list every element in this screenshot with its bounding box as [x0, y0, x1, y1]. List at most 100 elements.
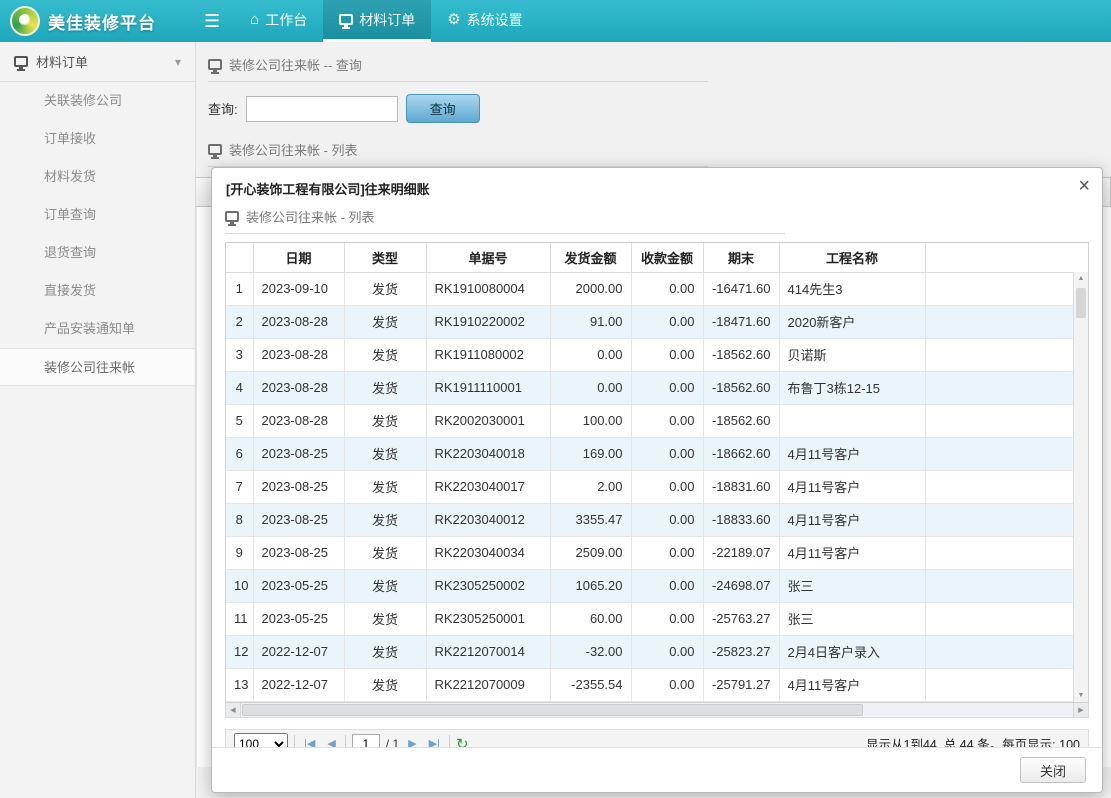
cell-docno: RK1910220002: [426, 305, 550, 338]
cell-type: 发货: [344, 635, 426, 668]
sidebar-item-return-query[interactable]: 退货查询: [0, 234, 195, 272]
cell-type: 发货: [344, 305, 426, 338]
cell-filler: [925, 338, 1073, 371]
section-title-list: 装修公司往来帐 - 列表: [208, 135, 708, 167]
query-input[interactable]: [246, 96, 398, 122]
column-header-docno[interactable]: 单据号: [426, 243, 550, 272]
table-row[interactable]: 3 2023-08-28 发货 RK1911080002 0.00 0.00 -…: [226, 338, 1073, 371]
nav-item-material-orders[interactable]: 材料订单: [323, 0, 431, 42]
brand: 美佳装修平台: [0, 0, 190, 42]
column-header-recv-amount[interactable]: 收款金额: [631, 243, 703, 272]
cell-date: 2023-08-28: [253, 338, 344, 371]
cell-ship-amount: -2355.54: [550, 668, 631, 701]
sidebar-header[interactable]: 材料订单 ▾: [0, 42, 195, 82]
table-row[interactable]: 5 2023-08-28 发货 RK2002030001 100.00 0.00…: [226, 404, 1073, 437]
cell-type: 发货: [344, 437, 426, 470]
column-header-ship-amount[interactable]: 发货金额: [550, 243, 631, 272]
column-header-project[interactable]: 工程名称: [779, 243, 925, 272]
sidebar-item-install-notice[interactable]: 产品安装通知单: [0, 310, 195, 348]
sidebar-item-order-query[interactable]: 订单查询: [0, 196, 195, 234]
top-nav: ⌂ 工作台 材料订单 ⚙ 系统设置: [234, 0, 539, 42]
table-row[interactable]: 6 2023-08-25 发货 RK2203040018 169.00 0.00…: [226, 437, 1073, 470]
cell-ship-amount: 169.00: [550, 437, 631, 470]
close-icon[interactable]: ×: [1078, 176, 1090, 196]
cell-type: 发货: [344, 338, 426, 371]
cell-filler: [925, 635, 1073, 668]
table-row[interactable]: 2 2023-08-28 发货 RK1910220002 91.00 0.00 …: [226, 305, 1073, 338]
cell-filler: [925, 602, 1073, 635]
table-row[interactable]: 13 2022-12-07 发货 RK2212070009 -2355.54 0…: [226, 668, 1073, 701]
cell-filler: [925, 371, 1073, 404]
cell-rownum: 6: [226, 437, 253, 470]
scroll-down-icon[interactable]: ▼: [1074, 692, 1088, 699]
nav-item-system-settings[interactable]: ⚙ 系统设置: [431, 0, 538, 42]
cell-project: [779, 404, 925, 437]
table-row[interactable]: 7 2023-08-25 发货 RK2203040017 2.00 0.00 -…: [226, 470, 1073, 503]
cell-date: 2023-08-25: [253, 470, 344, 503]
monitor-icon: [208, 59, 222, 70]
sidebar-item-direct-shipping[interactable]: 直接发货: [0, 272, 195, 310]
sidebar-item-order-receive[interactable]: 订单接收: [0, 120, 195, 158]
cell-recv-amount: 0.00: [631, 602, 703, 635]
cell-rownum: 8: [226, 503, 253, 536]
cell-project: 4月11号客户: [779, 536, 925, 569]
hamburger-menu-icon[interactable]: ☰: [190, 0, 234, 42]
column-header-type[interactable]: 类型: [344, 243, 426, 272]
modal-section-title: 装修公司往来帐 - 列表: [225, 202, 785, 234]
cell-rownum: 4: [226, 371, 253, 404]
cell-ship-amount: 0.00: [550, 371, 631, 404]
sidebar-item-linked-companies[interactable]: 关联装修公司: [0, 82, 195, 120]
cell-filler: [925, 437, 1073, 470]
cell-rownum: 3: [226, 338, 253, 371]
query-label: 查询:: [208, 99, 238, 118]
column-header-ending[interactable]: 期末: [703, 243, 779, 272]
cell-project: 4月11号客户: [779, 437, 925, 470]
app-title: 美佳装修平台: [48, 9, 156, 34]
modal-footer: 关闭: [212, 747, 1102, 792]
cell-docno: RK2203040017: [426, 470, 550, 503]
detail-table-head: 日期 类型 单据号 发货金额 收款金额 期末 工程名称: [226, 243, 1073, 272]
cell-date: 2022-12-07: [253, 635, 344, 668]
cell-recv-amount: 0.00: [631, 635, 703, 668]
horizontal-scroll-thumb[interactable]: [242, 704, 863, 716]
vertical-scroll-thumb[interactable]: [1076, 288, 1086, 318]
scroll-left-icon[interactable]: ◀: [226, 703, 241, 717]
table-row[interactable]: 12 2022-12-07 发货 RK2212070014 -32.00 0.0…: [226, 635, 1073, 668]
detail-table-body: 1 2023-09-10 发货 RK1910080004 2000.00 0.0…: [226, 272, 1073, 701]
cell-rownum: 1: [226, 272, 253, 305]
table-row[interactable]: 11 2023-05-25 发货 RK2305250001 60.00 0.00…: [226, 602, 1073, 635]
cell-docno: RK1911080002: [426, 338, 550, 371]
monitor-icon: [14, 56, 28, 67]
vertical-scrollbar[interactable]: ▲ ▼: [1073, 272, 1088, 702]
query-panel: 装修公司往来帐 -- 查询 查询: 查询 装修公司往来帐 - 列表: [196, 42, 1111, 167]
sidebar-item-material-shipping[interactable]: 材料发货: [0, 158, 195, 196]
cell-date: 2023-08-25: [253, 536, 344, 569]
cell-ending: -24698.07: [703, 569, 779, 602]
cell-type: 发货: [344, 668, 426, 701]
sidebar-item-company-accounts[interactable]: 装修公司往来帐: [0, 348, 195, 386]
cell-docno: RK2212070014: [426, 635, 550, 668]
table-row[interactable]: 9 2023-08-25 发货 RK2203040034 2509.00 0.0…: [226, 536, 1073, 569]
scroll-up-icon[interactable]: ▲: [1074, 275, 1088, 282]
cell-docno: RK1911110001: [426, 371, 550, 404]
horizontal-scrollbar[interactable]: ◀ ▶: [225, 703, 1089, 718]
table-row[interactable]: 4 2023-08-28 发货 RK1911110001 0.00 0.00 -…: [226, 371, 1073, 404]
cell-type: 发货: [344, 470, 426, 503]
table-row[interactable]: 8 2023-08-25 发货 RK2203040012 3355.47 0.0…: [226, 503, 1073, 536]
column-header-date[interactable]: 日期: [253, 243, 344, 272]
cell-filler: [925, 404, 1073, 437]
nav-item-workbench[interactable]: ⌂ 工作台: [234, 0, 323, 42]
table-row[interactable]: 1 2023-09-10 发货 RK1910080004 2000.00 0.0…: [226, 272, 1073, 305]
scroll-right-icon[interactable]: ▶: [1073, 703, 1088, 717]
cell-ship-amount: 1065.20: [550, 569, 631, 602]
cell-docno: RK2305250001: [426, 602, 550, 635]
cell-type: 发货: [344, 569, 426, 602]
cell-ending: -18562.60: [703, 338, 779, 371]
cell-ending: -18833.60: [703, 503, 779, 536]
cell-ship-amount: 2000.00: [550, 272, 631, 305]
close-button[interactable]: 关闭: [1020, 757, 1086, 783]
cell-ending: -22189.07: [703, 536, 779, 569]
cell-project: 布鲁丁3栋12-15: [779, 371, 925, 404]
table-row[interactable]: 10 2023-05-25 发货 RK2305250002 1065.20 0.…: [226, 569, 1073, 602]
query-button[interactable]: 查询: [406, 94, 480, 123]
